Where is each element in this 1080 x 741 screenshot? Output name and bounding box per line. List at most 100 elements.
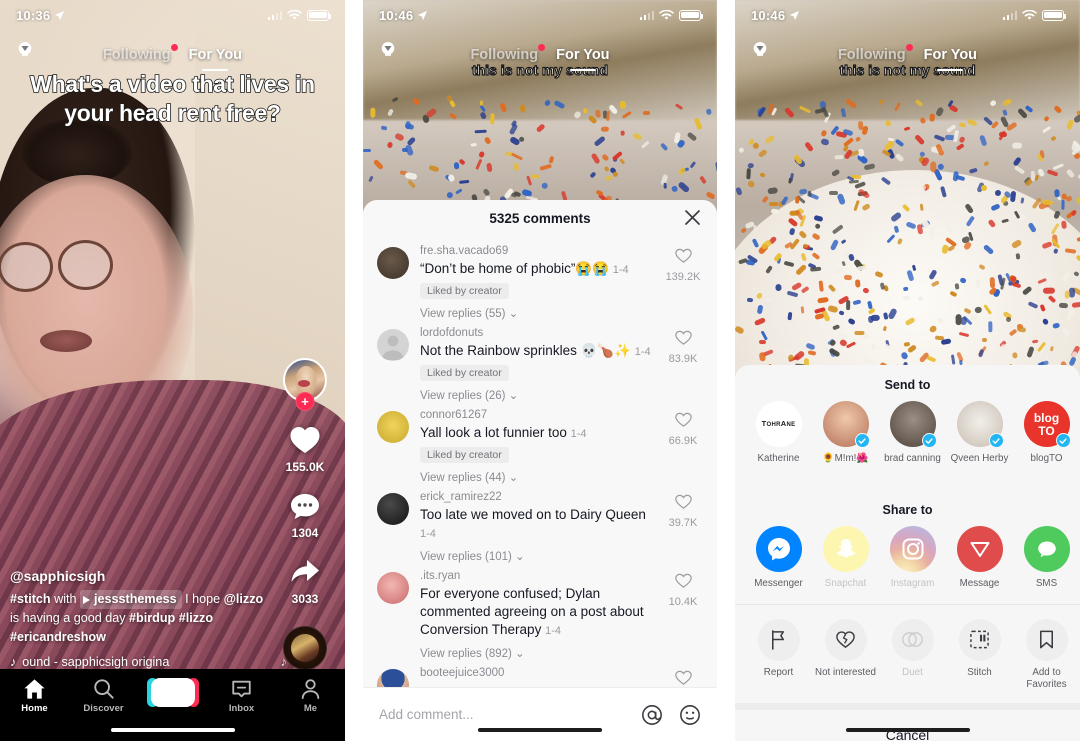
- comment-row[interactable]: booteejuice3000: [363, 660, 717, 687]
- comment-like-button[interactable]: [663, 670, 703, 687]
- comment-username[interactable]: fre.sha.vacado69: [420, 245, 655, 257]
- hashtag-ericandreshow[interactable]: #ericandreshow: [10, 630, 106, 644]
- comment-row[interactable]: fre.sha.vacado69 “Don’t be home of phobic…: [363, 238, 717, 320]
- avatar-dog-photo[interactable]: [377, 247, 409, 279]
- avatar-blue-cap-photo[interactable]: [377, 668, 409, 687]
- hashtag-lizzo[interactable]: #lizzo: [179, 611, 213, 625]
- avatar-tohrane-logo[interactable]: TOHRANE: [755, 401, 802, 447]
- add-comment-placeholder[interactable]: Add comment...: [379, 707, 625, 722]
- close-x-icon[interactable]: [684, 209, 701, 226]
- sound-row[interactable]: ♪ ound - sapphicsigh origina: [10, 655, 268, 669]
- tab-following[interactable]: Following: [470, 44, 546, 63]
- view-replies-link[interactable]: View replies (55) ⌄: [420, 306, 655, 320]
- share-to-app[interactable]: Message: [946, 526, 1013, 590]
- avatar-brad-photo[interactable]: [889, 401, 937, 448]
- bookmark-icon[interactable]: [1025, 618, 1068, 661]
- stitched-user-chip[interactable]: jesssthemess: [80, 590, 182, 610]
- stitch-icon[interactable]: [958, 618, 1001, 661]
- tab-create[interactable]: +: [138, 678, 207, 707]
- comment-username[interactable]: lordofdonuts: [420, 327, 655, 339]
- broken-heart-icon[interactable]: [824, 618, 867, 661]
- view-replies-link[interactable]: View replies (892) ⌄: [420, 646, 655, 660]
- comments-list[interactable]: fre.sha.vacado69 “Don’t be home of phobic…: [363, 238, 717, 687]
- tab-inbox[interactable]: Inbox: [207, 678, 276, 714]
- action-flag[interactable]: Report: [745, 618, 812, 691]
- hashtag-stitch[interactable]: #stitch: [10, 592, 51, 606]
- send-to-contact[interactable]: blog TO blogTO: [1013, 401, 1080, 477]
- view-replies-link[interactable]: View replies (44) ⌄: [420, 470, 655, 484]
- tab-for-you[interactable]: For You: [924, 47, 977, 63]
- send-to-row[interactable]: TOHRANE Katherine 🌻M!m!🌺 brad canning Qveen …: [735, 401, 1080, 490]
- tab-for-you[interactable]: For You: [556, 47, 609, 63]
- duet-circles-icon[interactable]: [891, 618, 934, 661]
- view-replies-link[interactable]: View replies (26) ⌄: [420, 388, 655, 402]
- cancel-button[interactable]: Cancel: [735, 703, 1080, 741]
- live-lightbulb-icon[interactable]: [751, 41, 769, 61]
- instagram-icon[interactable]: [889, 526, 936, 573]
- comment-username[interactable]: booteejuice3000: [420, 667, 655, 679]
- comment-username[interactable]: connor61267: [420, 409, 655, 421]
- message-telegram-icon[interactable]: [956, 526, 1003, 573]
- comment-username[interactable]: erick_ramirez22: [420, 491, 655, 503]
- comment-like-button[interactable]: 10.4K: [663, 573, 703, 608]
- send-to-contact[interactable]: TOHRANE Katherine: [745, 401, 812, 477]
- tab-me[interactable]: Me: [276, 678, 345, 714]
- follow-button[interactable]: +: [295, 392, 315, 411]
- emoji-smiley-icon[interactable]: [679, 704, 701, 726]
- comment-row[interactable]: erick_ramirez22 Too late we moved on to D…: [363, 484, 717, 563]
- action-stitch[interactable]: Stitch: [946, 618, 1013, 691]
- action-bookmark[interactable]: Add to Favorites: [1013, 618, 1080, 691]
- comment-row[interactable]: connor61267 Yall look a lot funnier too 1…: [363, 402, 717, 484]
- comment-like-button[interactable]: 139.2K: [663, 248, 703, 283]
- share-to-row[interactable]: MessengerSnapchatInstagramMessageSMSWhat…: [735, 526, 1080, 603]
- comment-row[interactable]: .its.ryan For everyone confused; Dylan co…: [363, 563, 717, 660]
- avatar-qveen-photo[interactable]: [956, 401, 1004, 448]
- share-to-app[interactable]: Snapchat: [812, 526, 879, 590]
- tab-following[interactable]: Following: [103, 44, 178, 63]
- creator-username[interactable]: @sapphicsigh: [10, 568, 268, 584]
- action-label: Add to Favorites: [1026, 666, 1067, 690]
- sms-icon[interactable]: [1023, 526, 1070, 573]
- tab-home[interactable]: Home: [0, 678, 69, 714]
- live-lightbulb-icon[interactable]: [379, 41, 397, 61]
- mention-lizzo[interactable]: @lizzo: [224, 592, 264, 606]
- comment-username[interactable]: .its.ryan: [420, 570, 655, 582]
- tab-following[interactable]: Following: [838, 44, 913, 63]
- comment-row[interactable]: lordofdonuts Not the Rainbow sprinkles 💀🍗…: [363, 320, 717, 402]
- avatar-blogto-logo[interactable]: blog TO: [1023, 401, 1071, 448]
- comment-like-button[interactable]: 39.7K: [663, 494, 703, 529]
- action-row[interactable]: Report Not interested Duet Stitch Add to Fav…: [735, 616, 1080, 703]
- avatar-dark-photo[interactable]: [377, 492, 409, 525]
- like-button[interactable]: 155.0K: [286, 424, 324, 474]
- view-replies-link[interactable]: View replies (101) ⌄: [420, 549, 655, 563]
- share-to-app[interactable]: SMS: [1013, 526, 1080, 590]
- comment-button[interactable]: 1304: [288, 490, 322, 540]
- hashtag-birdup[interactable]: #birdup: [129, 611, 175, 625]
- at-mention-icon[interactable]: [641, 704, 663, 726]
- avatar-yellow-photo[interactable]: [377, 410, 409, 443]
- messenger-icon[interactable]: [755, 526, 802, 573]
- share-to-app[interactable]: Messenger: [745, 526, 812, 590]
- send-to-contact[interactable]: Qveen Herby: [946, 401, 1013, 477]
- action-duet-circles[interactable]: Duet: [879, 618, 946, 691]
- send-to-contact[interactable]: brad canning: [879, 401, 946, 477]
- sprinkle: [887, 137, 894, 142]
- avatar-girl-photo[interactable]: [822, 401, 870, 448]
- comment-like-button[interactable]: 66.9K: [663, 412, 703, 447]
- avatar-pink-photo[interactable]: [377, 571, 409, 604]
- action-broken-heart[interactable]: Not interested: [812, 618, 879, 691]
- add-comment-bar[interactable]: Add comment...: [363, 687, 717, 741]
- flag-icon[interactable]: [757, 618, 800, 661]
- creator-avatar-wrapper[interactable]: +: [283, 358, 327, 411]
- tab-for-you[interactable]: For You: [189, 47, 242, 63]
- create-plus-icon[interactable]: +: [146, 678, 199, 707]
- live-lightbulb-icon[interactable]: [16, 41, 34, 61]
- share-to-app[interactable]: Instagram: [879, 526, 946, 590]
- share-button[interactable]: 3033: [288, 556, 322, 606]
- snapchat-icon[interactable]: [822, 526, 869, 573]
- music-disc-icon[interactable]: [283, 626, 327, 670]
- avatar-default-person[interactable]: [377, 328, 409, 361]
- tab-discover[interactable]: Discover: [69, 678, 138, 714]
- send-to-contact[interactable]: 🌻M!m!🌺: [812, 401, 879, 477]
- comment-like-button[interactable]: 83.9K: [663, 330, 703, 365]
